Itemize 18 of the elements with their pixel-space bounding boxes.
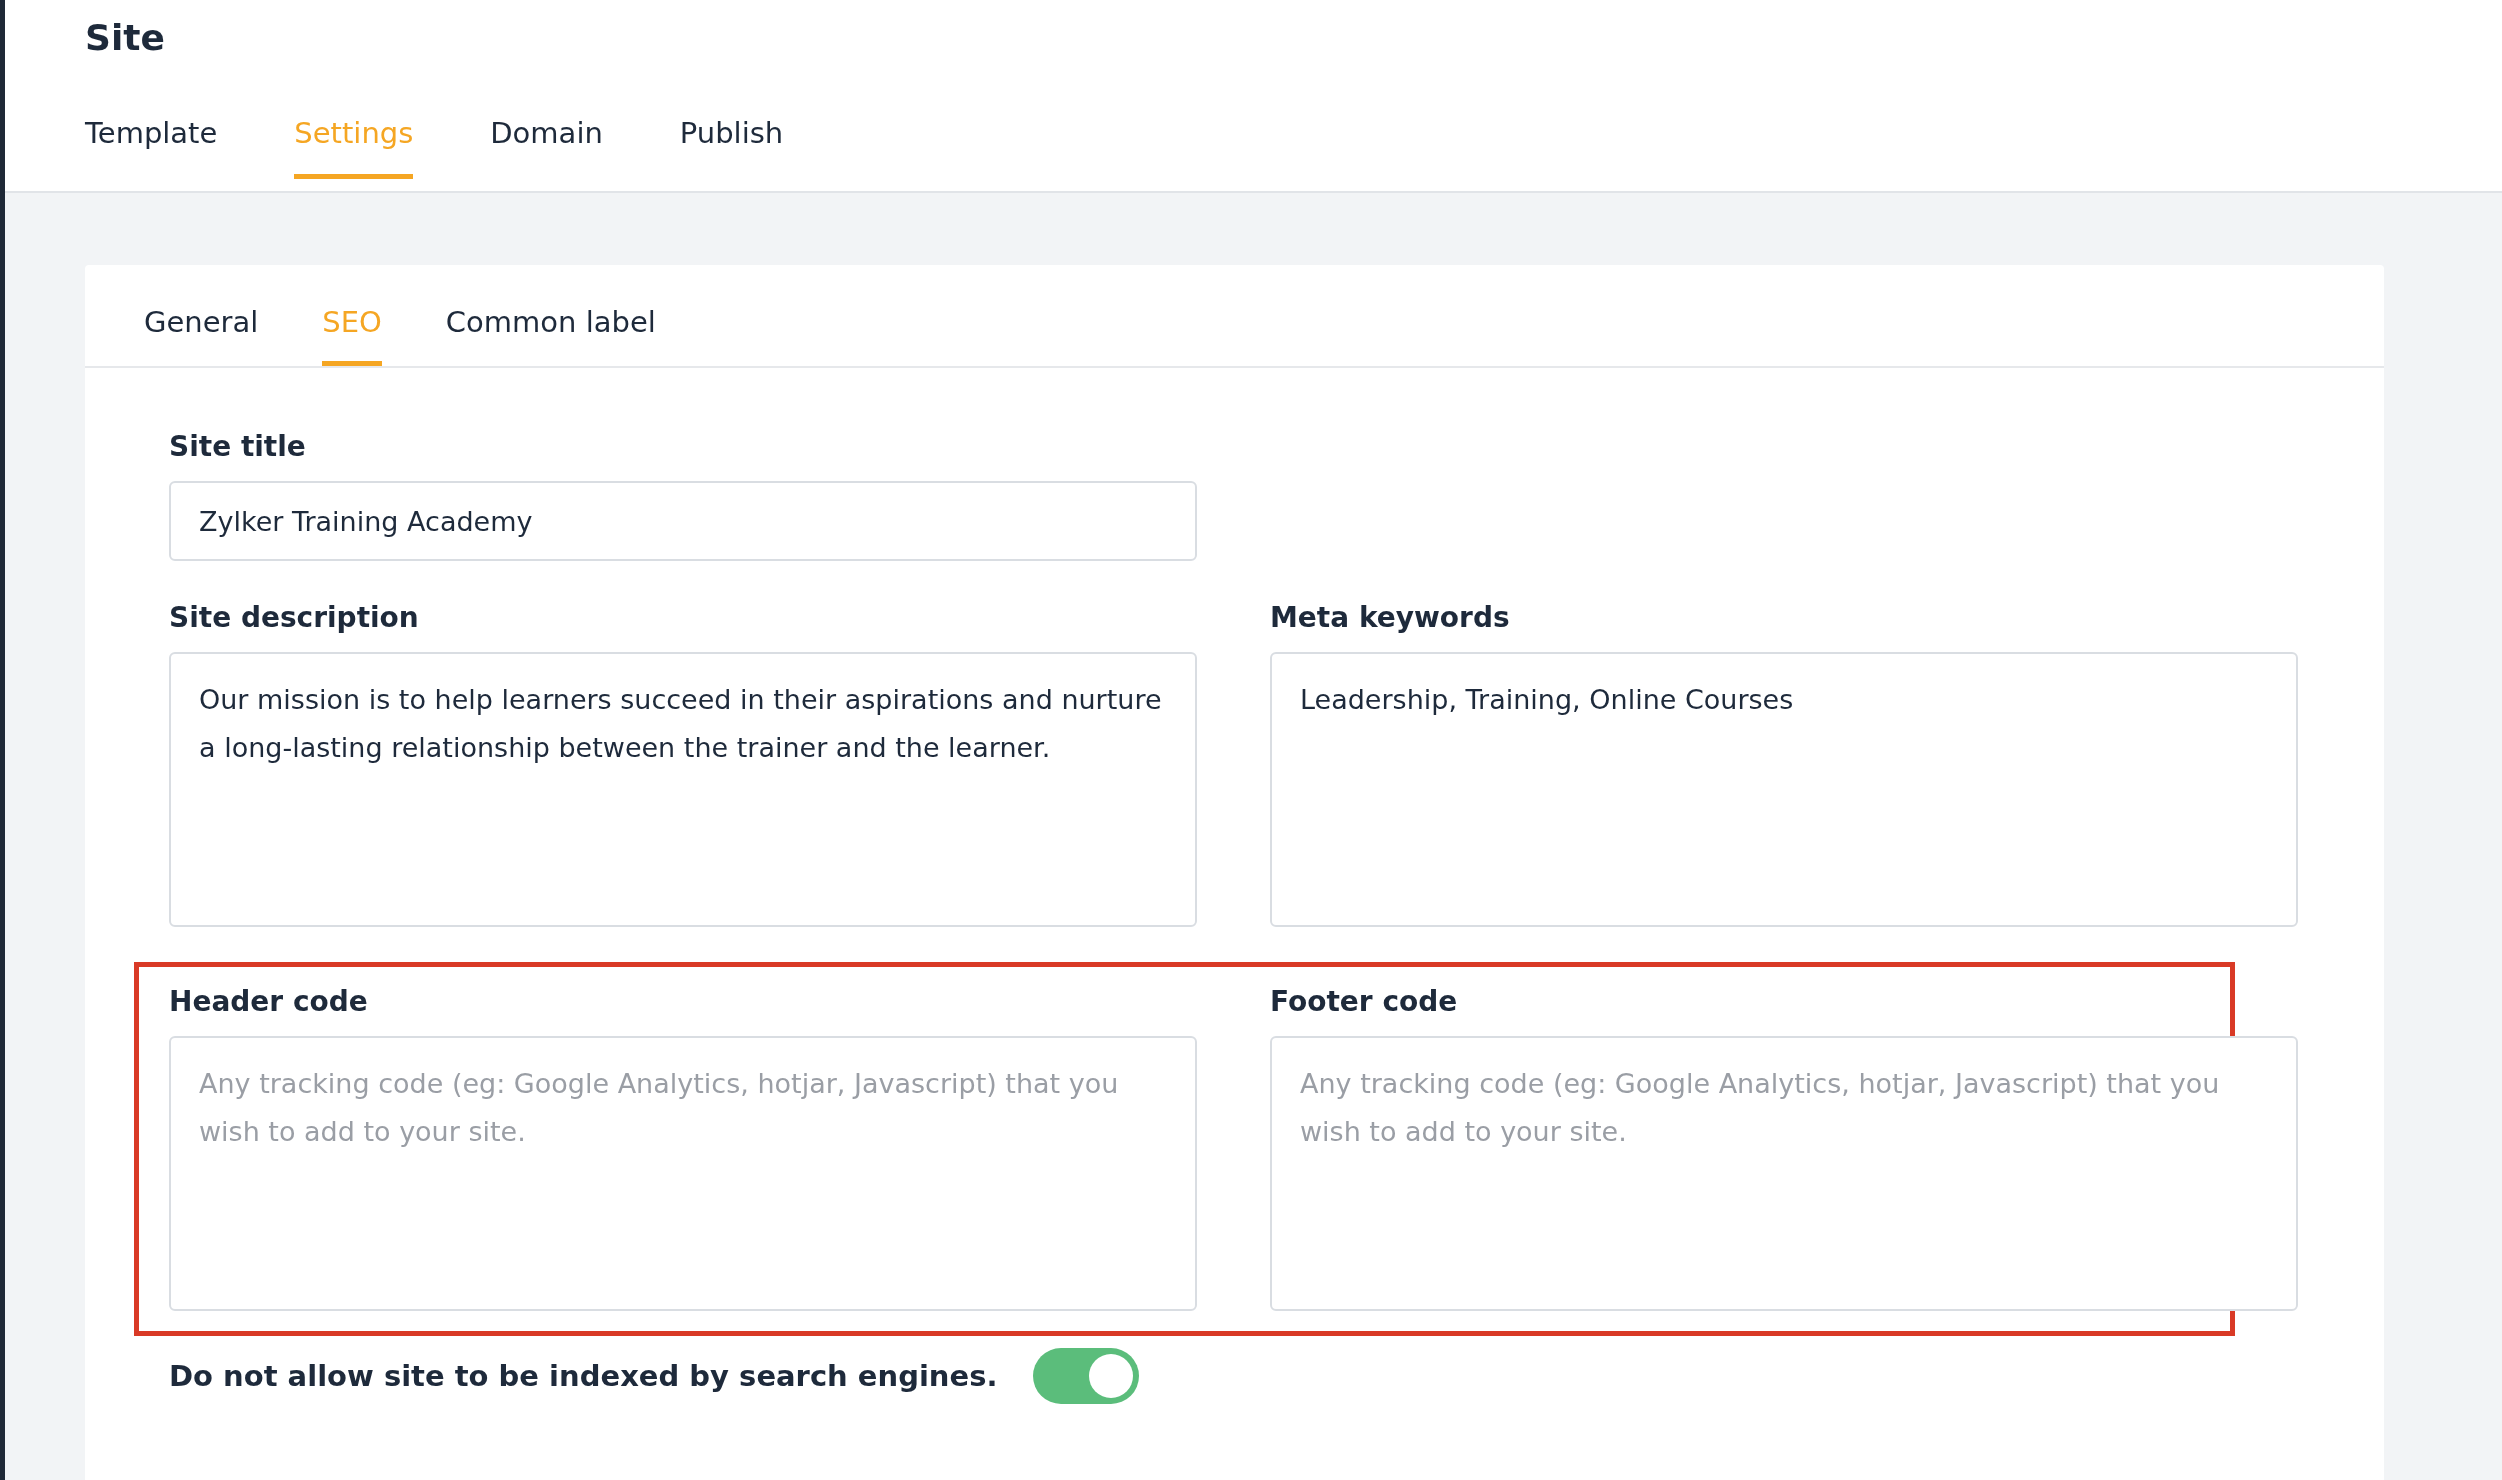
field-label: Header code [169, 985, 369, 1018]
header-code-field[interactable]: Any tracking code (eg: Google Analytics, hotjar, Javascript) that you wish to add to your site. [169, 1036, 1197, 1311]
page-title: Site [85, 16, 166, 60]
footer-code-field[interactable]: Any tracking code (eg: Google Analytics, hotjar, Javascript) that you wish to add to your site. [1270, 1036, 2298, 1311]
tab[interactable]: Common label [445, 305, 656, 366]
tab[interactable]: Publish [679, 106, 784, 179]
field-label: Meta keywords [1270, 601, 1511, 634]
tab[interactable]: Domain [490, 106, 603, 179]
field-label: Site description [169, 601, 420, 634]
site-description-field[interactable]: Our mission is to help learners succeed in their aspirations and nurture a long-lasting relationship between the trainer and the learner. [169, 652, 1197, 927]
site-title-field[interactable]: Zylker Training Academy [169, 481, 1197, 561]
toggle-switch[interactable] [1033, 1348, 1140, 1404]
field-label: Site title [169, 430, 307, 463]
tab[interactable]: General [144, 305, 259, 366]
tab[interactable]: Template [85, 106, 218, 179]
toggle-label: Do not allow site to be indexed by search engines. [169, 1359, 998, 1393]
meta-keywords-field[interactable]: Leadership, Training, Online Courses [1270, 652, 2298, 927]
field-label: Footer code [1270, 985, 1459, 1018]
